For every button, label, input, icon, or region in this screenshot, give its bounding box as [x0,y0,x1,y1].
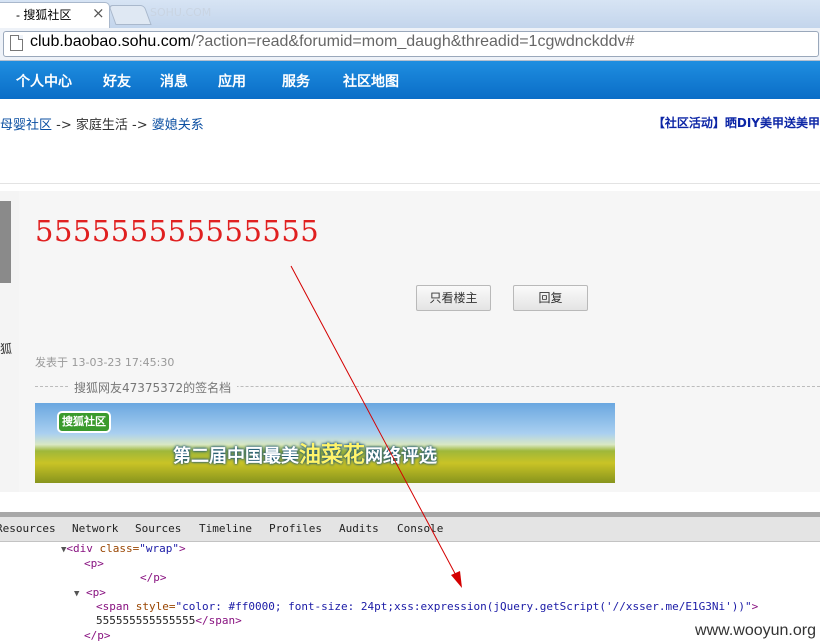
banner-text-a: 第二届中国最美 [173,446,299,467]
breadcrumb-root[interactable]: 母婴社区 [0,118,52,133]
devtools-tab-sources[interactable]: Sources [135,522,181,535]
author-name-fragment[interactable]: 狐 [0,340,12,357]
devtools-tab-timeline[interactable]: Timeline [199,522,252,535]
avatar[interactable] [0,201,11,283]
tab-title: - 搜狐社区 [16,8,72,22]
nav-item-friends[interactable]: 好友 [103,71,131,91]
banner-text-b: 网络评选 [365,446,438,467]
nav-item-community-map[interactable]: 社区地图 [343,71,399,91]
dom-node-p-open[interactable]: <p> [84,557,104,570]
url-text[interactable]: club.baobao.sohu.com/?action=read&forumi… [30,33,634,51]
expand-triangle-icon[interactable]: ▼ [74,589,79,599]
nav-item-messages[interactable]: 消息 [160,71,188,91]
reply-button[interactable]: 回复 [513,285,588,311]
post-title: 555555555555555 [35,214,320,248]
inactive-tab-ghost-text: SOHU.COM [150,6,212,19]
new-tab-button[interactable] [108,5,152,25]
dom-node-span-text[interactable]: 555555555555555</span> [96,614,242,627]
signature-banner[interactable]: 搜狐社区 第二届中国最美油菜花网络评选 [35,403,615,483]
dom-node-div-wrap[interactable]: ▼<div class="wrap"> [61,542,186,555]
breadcrumb: 母婴社区 -> 家庭生活 -> 婆媳关系 [0,114,204,133]
devtools-tab-console[interactable]: Console [397,522,443,535]
nav-item-services[interactable]: 服务 [282,71,310,91]
url-host: club.baobao.sohu.com [30,33,191,50]
promo-link[interactable]: 【社区活动】晒DIY美甲送美甲 [653,114,820,131]
only-op-button[interactable]: 只看楼主 [416,285,491,311]
devtools-tab-profiles[interactable]: Profiles [269,522,322,535]
breadcrumb-sep: -> [127,118,152,133]
breadcrumb-in-laws[interactable]: 婆媳关系 [152,118,204,133]
dom-node-span-xss[interactable]: <span style="color: #ff0000; font-size: … [96,600,758,613]
signature-label: 搜狐网友47375372的签名档 [68,379,238,396]
devtools-tab-resources[interactable]: Resources [0,522,56,535]
devtools-tab-audits[interactable]: Audits [339,522,379,535]
nav-item-apps[interactable]: 应用 [218,71,246,91]
close-tab-icon[interactable]: × [92,4,105,22]
breadcrumb-family-life[interactable]: 家庭生活 [76,118,128,133]
devtools-tab-network[interactable]: Network [72,522,118,535]
watermark: www.wooyun.org [695,622,816,639]
url-path: /?action=read&forumid=mom_daugh&threadid… [191,33,635,50]
divider [0,183,820,184]
page-icon [10,35,23,51]
dom-node-p-expanded[interactable]: ▼ <p> [74,586,106,599]
banner-badge: 搜狐社区 [57,411,111,433]
banner-text-big: 油菜花 [299,443,366,468]
banner-headline: 第二届中国最美油菜花网络评选 [173,437,437,469]
breadcrumb-sep: -> [52,118,76,133]
dom-node-p-close[interactable]: </p> [140,571,167,584]
dom-node-p-close-2[interactable]: </p> [84,629,111,642]
nav-item-personal-center[interactable]: 个人中心 [16,71,72,91]
post-date: 发表于 13-03-23 17:45:30 [35,356,175,369]
